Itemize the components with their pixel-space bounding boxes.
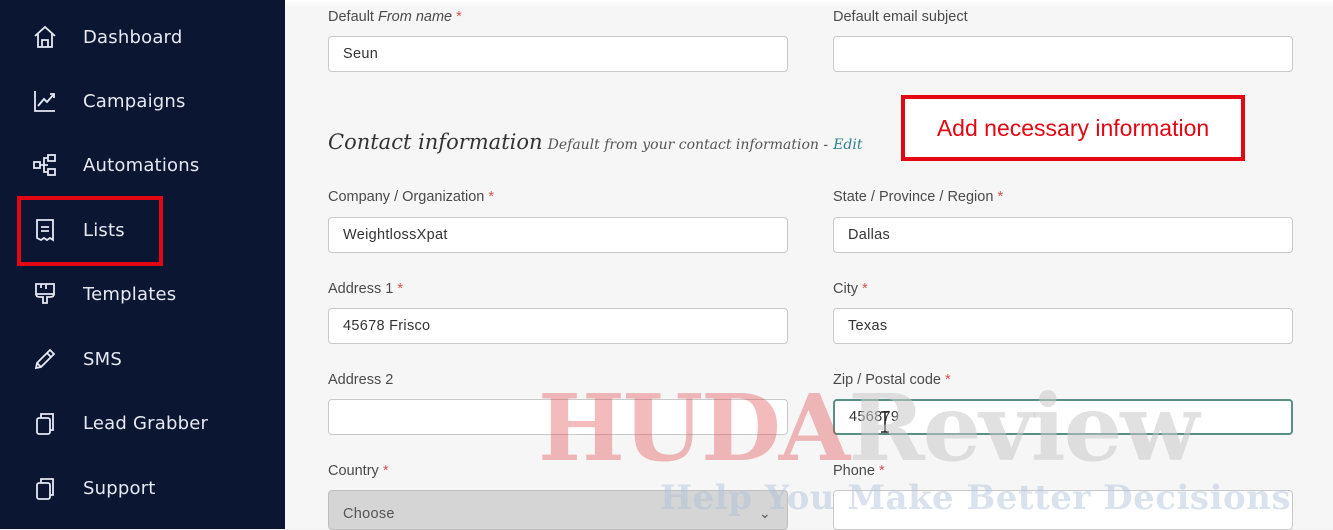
sidebar-item-support[interactable]: Support — [0, 468, 285, 508]
city-label: City * — [833, 281, 868, 297]
address1-value: 45678 Frisco — [343, 318, 431, 334]
sidebar-item-label: Dashboard — [83, 26, 183, 48]
from-name-label: Default From name * — [328, 9, 462, 25]
sidebar-item-campaigns[interactable]: Campaigns — [0, 81, 285, 121]
required-mark: * — [997, 189, 1004, 205]
contact-section-title: Contact information Default from your co… — [328, 130, 862, 154]
company-label: Company / Organization * — [328, 189, 494, 205]
address1-label-text: Address 1 — [328, 281, 394, 297]
home-icon — [30, 22, 60, 52]
callout-box: Add necessary information — [901, 95, 1245, 161]
watermark-tagline: Help You Make Better Decisions — [660, 478, 1292, 518]
workflow-icon — [30, 150, 60, 180]
contact-title: Contact information — [328, 130, 543, 154]
top-fade — [285, 0, 1333, 8]
required-mark: * — [488, 189, 495, 205]
email-subject-label: Default email subject — [833, 9, 968, 25]
callout-text: Add necessary information — [936, 114, 1210, 141]
required-mark: * — [397, 281, 403, 297]
email-subject-input[interactable] — [833, 36, 1293, 72]
from-name-value: Seun — [343, 46, 379, 62]
company-label-text: Company / Organization — [328, 189, 485, 205]
address2-label-text: Address 2 — [328, 372, 394, 388]
address1-label: Address 1 * — [328, 281, 403, 297]
watermark: HUDAReview — [538, 382, 1199, 474]
state-value: Dallas — [848, 227, 891, 243]
city-value: Texas — [848, 318, 888, 334]
contact-subtitle: Default from your contact information - — [547, 137, 829, 153]
state-input[interactable]: Dallas — [833, 217, 1293, 253]
state-label-text: State / Province / Region — [833, 189, 994, 205]
email-subject-label-text: Default email subject — [833, 9, 968, 25]
country-value: Choose — [343, 506, 395, 522]
chart-line-icon — [30, 86, 60, 116]
copy-icon — [30, 408, 60, 438]
country-label: Country * — [328, 463, 388, 479]
sidebar-item-label: Automations — [83, 154, 200, 176]
sidebar-item-lead-grabber[interactable]: Lead Grabber — [0, 403, 285, 443]
watermark-part1: HUDA — [538, 374, 850, 482]
sidebar-item-label: Support — [83, 477, 156, 499]
sidebar-item-sms[interactable]: SMS — [0, 339, 285, 379]
watermark-part2: Review — [848, 374, 1199, 482]
required-mark: * — [456, 9, 462, 25]
lists-highlight-box — [17, 196, 163, 266]
address2-label: Address 2 — [328, 372, 393, 388]
required-mark: * — [862, 281, 868, 297]
sidebar-item-label: SMS — [83, 348, 122, 370]
sidebar-item-label: Campaigns — [83, 90, 186, 112]
from-name-input[interactable]: Seun — [328, 36, 788, 72]
country-label-text: Country — [328, 463, 379, 479]
company-input[interactable]: WeightlossXpat — [328, 217, 788, 253]
sidebar-item-templates[interactable]: Templates — [0, 274, 285, 314]
edit-link[interactable]: Edit — [833, 137, 862, 153]
sidebar-item-label: Templates — [83, 283, 177, 305]
from-name-label-prefix: Default — [328, 9, 378, 25]
city-label-text: City — [833, 281, 858, 297]
required-mark: * — [382, 463, 389, 479]
sidebar-item-label: Lead Grabber — [83, 412, 209, 434]
sidebar: Dashboard Campaigns Automations Lists Te… — [0, 0, 285, 529]
company-value: WeightlossXpat — [343, 227, 448, 243]
brush-icon — [30, 279, 60, 309]
state-label: State / Province / Region * — [833, 189, 1003, 205]
sidebar-item-dashboard[interactable]: Dashboard — [0, 17, 285, 57]
city-input[interactable]: Texas — [833, 308, 1293, 344]
sidebar-item-automations[interactable]: Automations — [0, 145, 285, 185]
from-name-label-italic: From name — [377, 9, 453, 25]
pencil-icon — [30, 344, 60, 374]
address1-input[interactable]: 45678 Frisco — [328, 308, 788, 344]
copy-icon — [30, 473, 60, 503]
